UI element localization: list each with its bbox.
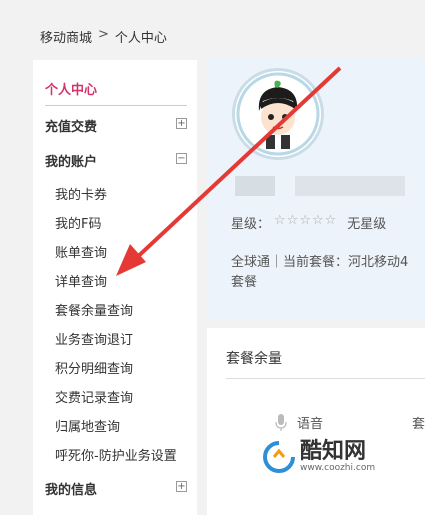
voice-balance: 语音 [275,413,323,432]
level-label: 星级： [231,217,271,232]
sidebar-item-payment-records[interactable]: 交费记录查询 [55,387,133,406]
plan-line-2: 套餐 [231,275,258,290]
sidebar-item-points-detail[interactable]: 积分明细查询 [55,358,133,377]
watermark-url: www.coozhi.com [300,463,376,473]
sidebar-item-bill-query[interactable]: 账单查询 [55,242,107,261]
expand-icon[interactable]: + [176,118,187,129]
sidebar-item-coupons[interactable]: 我的卡券 [55,184,107,203]
level-value: 无星级 [347,217,387,232]
sidebar-title[interactable]: 个人中心 [45,79,97,98]
collapse-icon[interactable]: − [176,153,187,164]
panel-title: 套餐余量 [226,351,282,367]
sidebar: 个人中心 充值交费 + 我的账户 − 我的卡券 我的F码 账单查询 详单查询 套… [33,60,197,515]
breadcrumb-separator: > [98,27,109,42]
coozhi-logo-icon [263,441,295,473]
sidebar-item-location-query[interactable]: 归属地查询 [55,416,120,435]
breadcrumb: 移动商城 > 个人中心 [40,27,167,46]
level-row: 星级： ☆☆☆☆☆ 无星级 [231,213,386,232]
phone-blurred [295,176,405,196]
voice-label: 语音 [297,417,324,432]
plan-balance-panel: 套餐余量 语音 套 [207,328,425,515]
sidebar-section-info[interactable]: 我的信息 [45,479,97,498]
microphone-icon [275,413,287,431]
expand-icon[interactable]: + [176,481,187,492]
plan-info: 全球通｜当前套餐：河北移动4 套餐 [231,253,425,293]
sidebar-section-recharge[interactable]: 充值交费 [45,116,97,135]
profile-card: 星级： ☆☆☆☆☆ 无星级 全球通｜当前套餐：河北移动4 套餐 [207,58,425,320]
breadcrumb-current: 个人中心 [114,31,167,46]
sidebar-item-fcode[interactable]: 我的F码 [55,213,101,232]
panel-divider [226,378,425,379]
plan-line-1: 全球通｜当前套餐：河北移动4 [231,255,409,270]
avatar[interactable] [232,68,324,160]
clipped-label: 套 [411,417,425,432]
star-rating-icon: ☆☆☆☆☆ [274,213,338,228]
sidebar-section-account[interactable]: 我的账户 [45,151,97,170]
breadcrumb-root-link[interactable]: 移动商城 [40,27,92,46]
sidebar-item-detail-query[interactable]: 详单查询 [55,271,107,290]
sidebar-item-harassment-protection[interactable]: 呼死你-防护业务设置 [55,445,177,464]
watermark-brand: 酷知网 [300,439,367,464]
username-blurred [235,176,275,196]
watermark: 酷知网 www.coozhi.com [262,440,375,474]
sidebar-divider [45,105,187,106]
sidebar-item-service-unsubscribe[interactable]: 业务查询退订 [55,329,133,348]
cartoon-boy-icon [236,72,320,156]
sidebar-item-plan-balance[interactable]: 套餐余量查询 [55,300,133,319]
